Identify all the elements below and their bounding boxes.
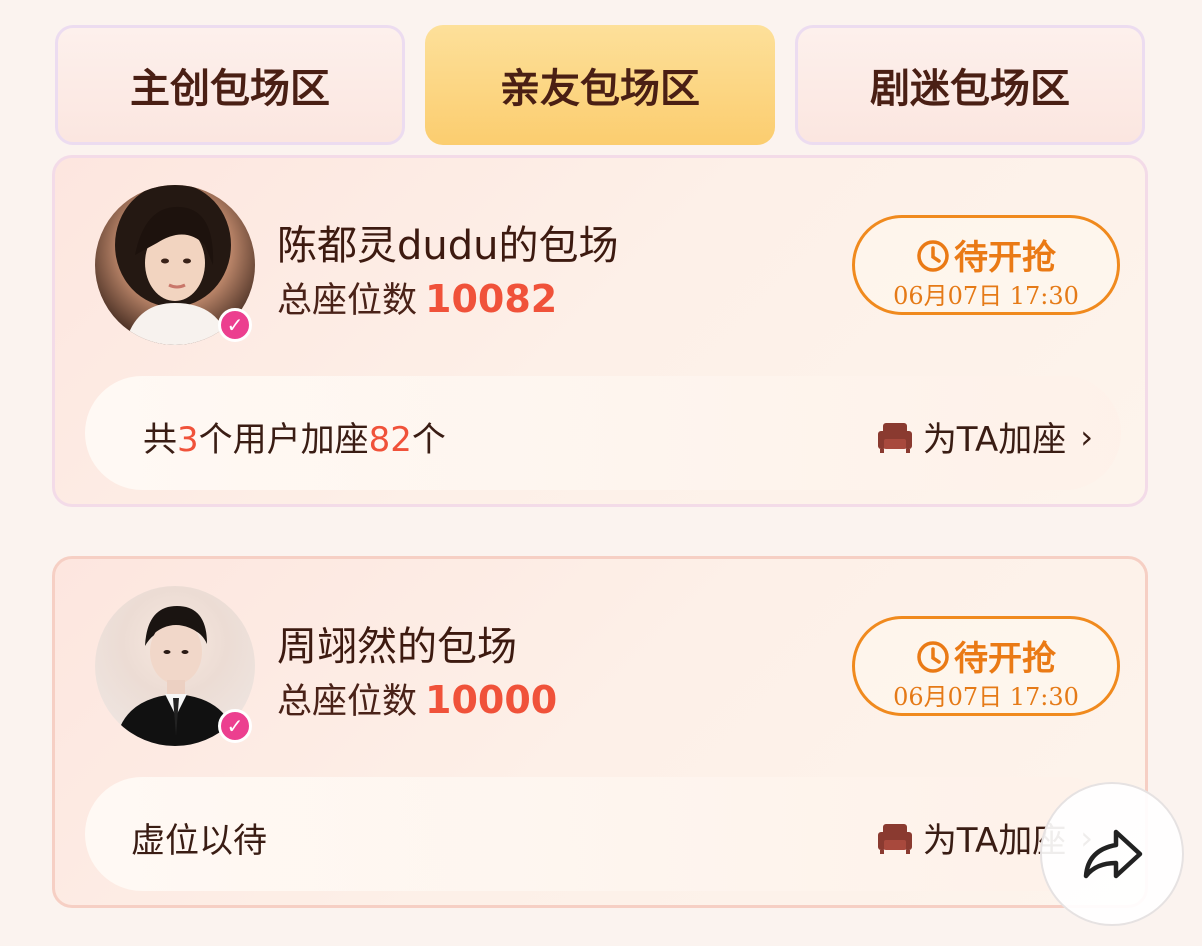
block-booking-card[interactable]: ✓ 陈都灵dudu的包场 总座位数 10082 待开抢 06月07日 17:30 … [52,155,1148,507]
status-button[interactable]: 待开抢 06月07日 17:30 [852,215,1120,315]
total-seats-label: 总座位数 [277,281,418,321]
tab-friends-zone[interactable]: 亲友包场区 [425,25,775,145]
open-time: 06月07日 17:30 [893,282,1079,310]
seat-summary-bar: 虚位以待 为TA加座 › [85,777,1121,891]
add-seat-label: 为TA加座 [922,420,1067,460]
clock-icon [917,641,949,673]
add-seat-button[interactable]: 为TA加座 › [877,412,1093,461]
booking-title: 陈都灵dudu的包场 [277,223,619,269]
status-label-row: 待开抢 [855,631,1117,680]
booking-title: 周翊然的包场 [277,624,517,670]
sofa-icon [877,422,912,453]
status-text: 待开抢 [954,238,1056,278]
seat-summary-text: 虚位以待 [131,821,267,861]
summary-prefix: 共 [143,420,177,460]
verified-badge-icon: ✓ [218,709,252,743]
zone-tabs: 主创包场区 亲友包场区 剧迷包场区 [0,0,1202,150]
share-button[interactable] [1040,782,1184,926]
block-booking-card[interactable]: ✓ 周翊然的包场 总座位数 10000 待开抢 06月07日 17:30 虚位以待… [52,556,1148,908]
total-seats: 总座位数 10082 [277,272,557,323]
clock-icon [917,240,949,272]
total-seats: 总座位数 10000 [277,673,557,724]
chevron-right-icon: › [1080,417,1093,456]
tab-fans-zone[interactable]: 剧迷包场区 [795,25,1145,145]
status-label-row: 待开抢 [855,230,1117,279]
summary-middle: 个用户加座 [198,420,369,460]
share-icon [1083,829,1143,879]
total-seats-label: 总座位数 [277,682,418,722]
tab-creators-zone[interactable]: 主创包场区 [55,25,405,145]
seat-summary-bar: 共3个用户加座82个 为TA加座 › [85,376,1121,490]
sofa-icon [877,823,912,854]
verified-badge-icon: ✓ [218,308,252,342]
total-seats-value: 10082 [425,277,558,321]
user-count: 3 [177,420,199,460]
total-seats-value: 10000 [425,678,558,722]
status-button[interactable]: 待开抢 06月07日 17:30 [852,616,1120,716]
seat-summary-text: 共3个用户加座82个 [143,412,446,461]
summary-suffix: 个 [411,420,446,460]
open-time: 06月07日 17:30 [893,683,1079,711]
added-seat-count: 82 [368,420,412,460]
status-text: 待开抢 [954,639,1056,679]
